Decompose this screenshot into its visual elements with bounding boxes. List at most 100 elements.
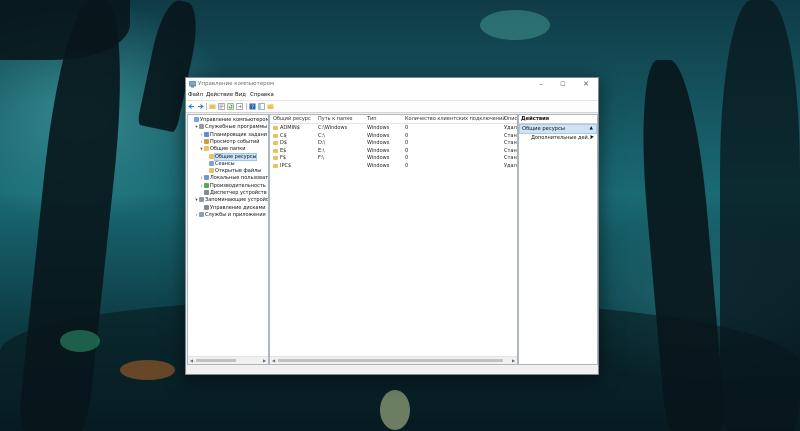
close-button[interactable]: ✕: [575, 78, 597, 91]
window-title: Управление компьютером: [198, 81, 275, 87]
new-share-icon[interactable]: [267, 103, 274, 110]
tree-item[interactable]: Общие ресурсы: [204, 152, 258, 161]
shared-folder-icon: [273, 133, 278, 138]
actions-pane: Действия Общие ресурсы ▲ Дополнительные …: [518, 114, 598, 365]
maximize-button[interactable]: ☐: [552, 78, 574, 91]
toolbar-separator: [246, 103, 247, 110]
description-cell: Удал: [504, 125, 517, 131]
column-header-path[interactable]: Путь к папке: [318, 116, 352, 122]
forward-arrow-icon[interactable]: [197, 103, 204, 110]
tree-item-label: Открытые файлы: [215, 168, 262, 175]
tree-item-label: Службы и приложения: [205, 211, 266, 218]
sessions-icon: [209, 160, 214, 166]
tree-item-label: Управление дисками: [210, 204, 266, 211]
column-header-description[interactable]: Опис: [504, 116, 517, 122]
storage-icon: [199, 197, 204, 203]
tree-item[interactable]: › Службы и приложения: [194, 211, 266, 219]
tree-horizontal-scrollbar[interactable]: ◀ ▶: [188, 356, 268, 364]
tree-item[interactable]: Управление дисками: [199, 204, 266, 212]
tree-item-label: Общие ресурсы: [213, 152, 258, 161]
menu-help[interactable]: Справка: [250, 92, 274, 98]
share-type-cell: Windows: [367, 155, 390, 162]
tree-item[interactable]: Сеансы: [204, 160, 235, 168]
tools-icon: [199, 124, 204, 130]
table-row[interactable]: IPC$ Windows 0 Удал: [270, 162, 517, 170]
folder-path-cell: C:\: [318, 132, 325, 139]
show-hide-tree-icon[interactable]: [258, 103, 265, 110]
actions-group-label: Общие ресурсы: [522, 126, 566, 132]
tree-item[interactable]: Открытые файлы: [204, 168, 261, 175]
refresh-icon[interactable]: [227, 103, 234, 110]
more-actions-label: Дополнительные дей...: [531, 135, 593, 141]
connections-cell: 0: [405, 147, 409, 154]
tree-item-label: Запоминающие устройст: [205, 197, 269, 204]
status-bar: [186, 366, 598, 374]
scroll-left-arrow-icon[interactable]: ◀: [188, 357, 195, 364]
title-bar[interactable]: Управление компьютером – ☐ ✕: [186, 78, 598, 91]
share-type-cell: Windows: [367, 163, 390, 169]
more-actions-item[interactable]: Дополнительные дей... ▶: [531, 134, 597, 142]
tree-item-label: Производительность: [210, 182, 266, 189]
up-folder-icon[interactable]: [209, 103, 216, 110]
share-name-cell: IPC$: [280, 163, 292, 169]
tree-item-label: Просмотр событий: [210, 138, 260, 145]
share-name-cell: ADMIN$: [280, 125, 300, 131]
tree-item[interactable]: ▾ Запоминающие устройст: [194, 197, 269, 204]
tree-item[interactable]: › Производительность: [199, 182, 266, 190]
console-tree-pane[interactable]: Управление компьютером (л ▾ Служебные прог…: [187, 114, 269, 365]
connections-cell: 0: [405, 140, 409, 147]
menu-file[interactable]: Файл: [188, 92, 203, 98]
tree-item-label: Диспетчер устройств: [210, 190, 267, 196]
actions-group-shares[interactable]: Общие ресурсы ▲: [519, 124, 597, 134]
share-type-cell: Windows: [367, 140, 390, 147]
tree-item[interactable]: › Локальные пользоват: [199, 175, 268, 182]
share-type-cell: Windows: [367, 125, 390, 131]
folder-path-cell: F:\: [318, 155, 324, 162]
column-header-share[interactable]: Общий ресурс: [273, 116, 311, 122]
shared-folder-icon: [209, 153, 214, 159]
tree-item[interactable]: › Планировщик задани: [199, 131, 267, 139]
shares-list-pane[interactable]: Общий ресурс Путь к папке Тип Количество…: [269, 114, 518, 365]
tree-item-label: Служебные программы: [205, 124, 268, 131]
computer-icon: [194, 117, 199, 122]
collapse-up-icon[interactable]: ▲: [590, 125, 593, 133]
description-cell: Удал: [504, 163, 517, 169]
scrollbar-thumb[interactable]: [196, 359, 236, 362]
computer-management-window[interactable]: Управление компьютером – ☐ ✕ Файл Действ…: [185, 77, 599, 375]
column-header-connections[interactable]: Количество клиентских подключений: [405, 116, 506, 122]
toolbar-separator: [206, 103, 207, 110]
properties-icon[interactable]: [218, 103, 225, 110]
minimize-button[interactable]: –: [530, 78, 552, 91]
scroll-right-arrow-icon[interactable]: ▶: [510, 357, 517, 364]
menu-view[interactable]: Вид: [235, 92, 246, 98]
help-icon[interactable]: ?: [249, 103, 256, 110]
folder-path-cell: C:\Windows: [318, 125, 348, 131]
shared-folder-icon: [273, 126, 278, 130]
services-icon: [199, 211, 204, 217]
column-header-type[interactable]: Тип: [367, 116, 377, 122]
open-files-icon: [209, 168, 214, 174]
connections-cell: 0: [405, 163, 409, 169]
tree-item-label: Управление компьютером (л: [200, 117, 269, 123]
description-cell: Стан: [504, 147, 517, 154]
scroll-right-arrow-icon[interactable]: ▶: [261, 357, 268, 364]
scrollbar-thumb[interactable]: [278, 359, 503, 362]
scroll-left-arrow-icon[interactable]: ◀: [270, 357, 277, 364]
back-arrow-icon[interactable]: [188, 103, 195, 110]
menu-action[interactable]: Действие: [206, 92, 233, 98]
export-list-icon[interactable]: [236, 103, 243, 110]
tree-item[interactable]: ▾ Общие папки: [199, 146, 246, 153]
tree-item[interactable]: ▾ Служебные программы: [194, 124, 267, 131]
tree-item[interactable]: Управление компьютером (л: [189, 117, 269, 124]
share-name-cell: E$: [280, 147, 287, 154]
menu-bar: Файл Действие Вид Справка: [186, 91, 598, 101]
list-horizontal-scrollbar[interactable]: ◀ ▶: [270, 356, 517, 364]
shared-folder-icon: [273, 141, 278, 146]
description-cell: Стан: [504, 132, 517, 139]
tree-item-label: Локальные пользоват: [210, 175, 269, 182]
share-name-cell: C$: [280, 132, 287, 139]
actions-title: Действия: [519, 115, 597, 124]
tree-item[interactable]: › Просмотр событий: [199, 138, 260, 146]
tree-item[interactable]: Диспетчер устройств: [199, 190, 267, 197]
device-manager-icon: [204, 190, 209, 195]
